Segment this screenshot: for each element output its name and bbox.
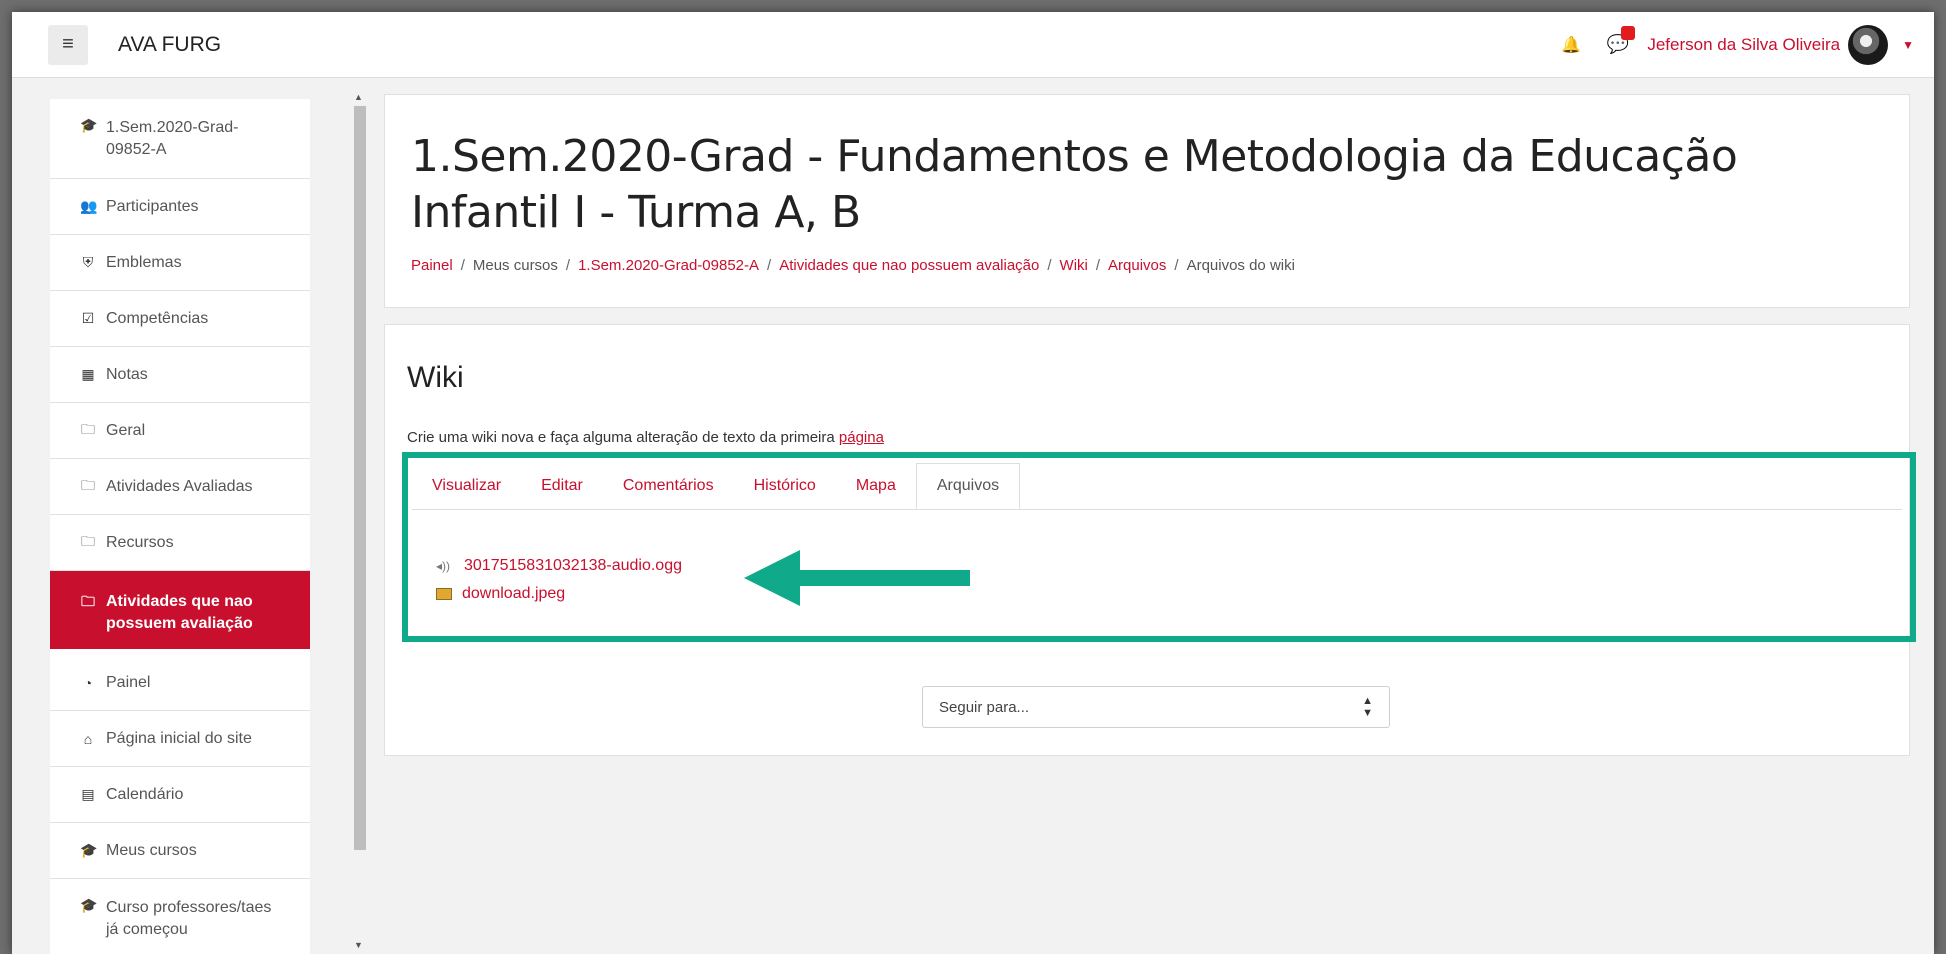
scroll-up-icon[interactable]: ▲ (354, 92, 363, 102)
list-item[interactable]: ◂)) 3017515831032138-audio.ogg (436, 552, 682, 580)
page-title: 1.Sem.2020-Grad - Fundamentos e Metodolo… (411, 131, 1738, 238)
user-menu-area: 🔔 💬 Jeferson da Silva Oliveira ▼ (1561, 24, 1914, 65)
user-name[interactable]: Jeferson da Silva Oliveira (1647, 35, 1840, 55)
file-name[interactable]: 3017515831032138-audio.ogg (464, 552, 682, 580)
tab-files[interactable]: Arquivos (915, 463, 1021, 509)
sidebar-item-my-courses[interactable]: 🎓 Meus cursos (50, 823, 310, 879)
breadcrumb-wiki[interactable]: Wiki (1060, 257, 1088, 274)
sidebar-item-calendar[interactable]: ▤ Calendário (50, 767, 310, 823)
select-arrows-icon: ▲ ▼ (1362, 695, 1373, 719)
sidebar-nav: 🎓 1.Sem.2020-Grad-09852-A 👥 Participante… (50, 99, 310, 954)
top-navbar: ≡ AVA FURG 🔔 💬 Jeferson da Silva Oliveir… (12, 12, 1934, 78)
breadcrumb-files[interactable]: Arquivos (1108, 257, 1166, 274)
sidebar-item-dashboard[interactable]: ◔ Painel (50, 655, 310, 711)
folder-icon: 🗀 (81, 476, 95, 493)
course-header: 1.Sem.2020-Grad - Fundamentos e Metodolo… (384, 94, 1910, 308)
chat-icon[interactable]: 💬 (1607, 26, 1636, 55)
chevron-down-icon[interactable]: ▼ (1902, 38, 1914, 52)
table-icon: ▦ (81, 366, 95, 382)
sidebar-item-ungraded-activities[interactable]: 🗀 Atividades que nao possuem avaliação (50, 571, 310, 655)
sidebar-item-label: Notas (106, 365, 148, 383)
wiki-description-link[interactable]: página (839, 429, 884, 446)
sidebar-item-graded-activities[interactable]: 🗀 Atividades Avaliadas (50, 459, 310, 515)
tab-history[interactable]: Histórico (734, 463, 836, 509)
wiki-description-text: Crie uma wiki nova e faça alguma alteraç… (407, 429, 835, 446)
sidebar-item-grades[interactable]: ▦ Notas (50, 347, 310, 403)
sidebar-item-label: Participantes (106, 197, 199, 215)
sidebar-item-label: Calendário (106, 785, 184, 803)
sidebar-item-label: Geral (106, 421, 146, 439)
wiki-description: Crie uma wiki nova e faça alguma alteraç… (407, 429, 884, 446)
dashboard-icon: ◔ (83, 674, 93, 691)
graduation-cap-icon: 🎓 (80, 842, 98, 858)
folder-icon: 🗀 (81, 532, 95, 549)
wiki-title: Wiki (407, 361, 464, 394)
scrollbar-thumb[interactable] (354, 106, 366, 850)
tab-map[interactable]: Mapa (836, 463, 916, 509)
audio-file-icon: ◂)) (436, 559, 451, 573)
sidebar-item-general[interactable]: 🗀 Geral (50, 403, 310, 459)
checkbox-icon: ☑ (81, 310, 95, 326)
sidebar-item-participants[interactable]: 👥 Participantes (50, 179, 310, 235)
jump-to-select[interactable]: Seguir para... ▲ ▼ (922, 686, 1390, 728)
tab-edit[interactable]: Editar (521, 463, 603, 509)
sidebar-item-label: Atividades Avaliadas (106, 477, 253, 495)
breadcrumb-section[interactable]: Atividades que nao possuem avaliação (779, 257, 1039, 274)
scroll-down-icon[interactable]: ▼ (354, 940, 363, 950)
breadcrumb-current: Arquivos do wiki (1186, 257, 1295, 274)
graduation-cap-icon: 🎓 (80, 897, 98, 913)
sidebar-item-badges[interactable]: ⛨ Emblemas (50, 235, 310, 291)
site-brand[interactable]: AVA FURG (118, 33, 221, 57)
breadcrumb-course[interactable]: 1.Sem.2020-Grad-09852-A (578, 257, 759, 274)
folder-icon: 🗀 (81, 593, 95, 609)
users-icon: 👥 (80, 198, 98, 214)
image-file-icon (436, 588, 452, 600)
screen: ≡ AVA FURG 🔔 💬 Jeferson da Silva Oliveir… (12, 12, 1934, 954)
hamburger-icon[interactable]: ≡ (48, 24, 88, 65)
home-icon: ⌂ (83, 730, 93, 747)
sidebar-item-resources[interactable]: 🗀 Recursos (50, 515, 310, 571)
sidebar-item-label: Curso professores/taes já começou (106, 899, 272, 938)
sidebar-item-teachers-course[interactable]: 🎓 Curso professores/taes já começou (50, 879, 310, 954)
sidebar-item-course[interactable]: 🎓 1.Sem.2020-Grad-09852-A (50, 99, 310, 179)
shield-icon: ⛨ (82, 254, 94, 270)
sidebar-item-home[interactable]: ⌂ Página inicial do site (50, 711, 310, 767)
file-name[interactable]: download.jpeg (462, 580, 565, 608)
sidebar-item-label: Competências (106, 309, 209, 327)
folder-icon: 🗀 (81, 420, 95, 437)
graduation-cap-icon: 🎓 (80, 117, 98, 133)
breadcrumb-dashboard[interactable]: Painel (411, 257, 453, 274)
list-item[interactable]: download.jpeg (436, 580, 682, 608)
sidebar-item-label: Recursos (106, 533, 174, 551)
sidebar-item-competencies[interactable]: ☑ Competências (50, 291, 310, 347)
avatar[interactable] (1848, 24, 1889, 65)
sidebar-scrollbar[interactable]: ▲ ▼ (352, 90, 366, 954)
breadcrumb: Painel / Meus cursos/1.Sem.2020-Grad-09852… (411, 257, 1295, 274)
tab-view[interactable]: Visualizar (412, 463, 521, 509)
annotation-arrow-icon (744, 548, 974, 613)
jump-to-placeholder: Seguir para... (939, 698, 1030, 716)
calendar-icon: ▤ (81, 786, 95, 802)
bell-icon[interactable]: 🔔 (1561, 35, 1581, 55)
message-badge (1621, 26, 1636, 40)
file-list: ◂)) 3017515831032138-audio.ogg download.… (436, 552, 682, 608)
sidebar-item-label: 1.Sem.2020-Grad-09852-A (106, 119, 239, 158)
sidebar-item-label: Painel (106, 673, 151, 691)
sidebar-item-label: Página inicial do site (106, 729, 252, 747)
sidebar-item-label: Emblemas (106, 253, 182, 271)
sidebar-item-label: Meus cursos (106, 841, 197, 859)
tab-comments[interactable]: Comentários (603, 463, 734, 509)
sidebar-item-label: Atividades que nao possuem avaliação (106, 593, 253, 632)
breadcrumb-my-courses: Meus cursos (472, 257, 558, 274)
wiki-tabs: Visualizar Editar Comentários Histórico … (412, 463, 1902, 510)
